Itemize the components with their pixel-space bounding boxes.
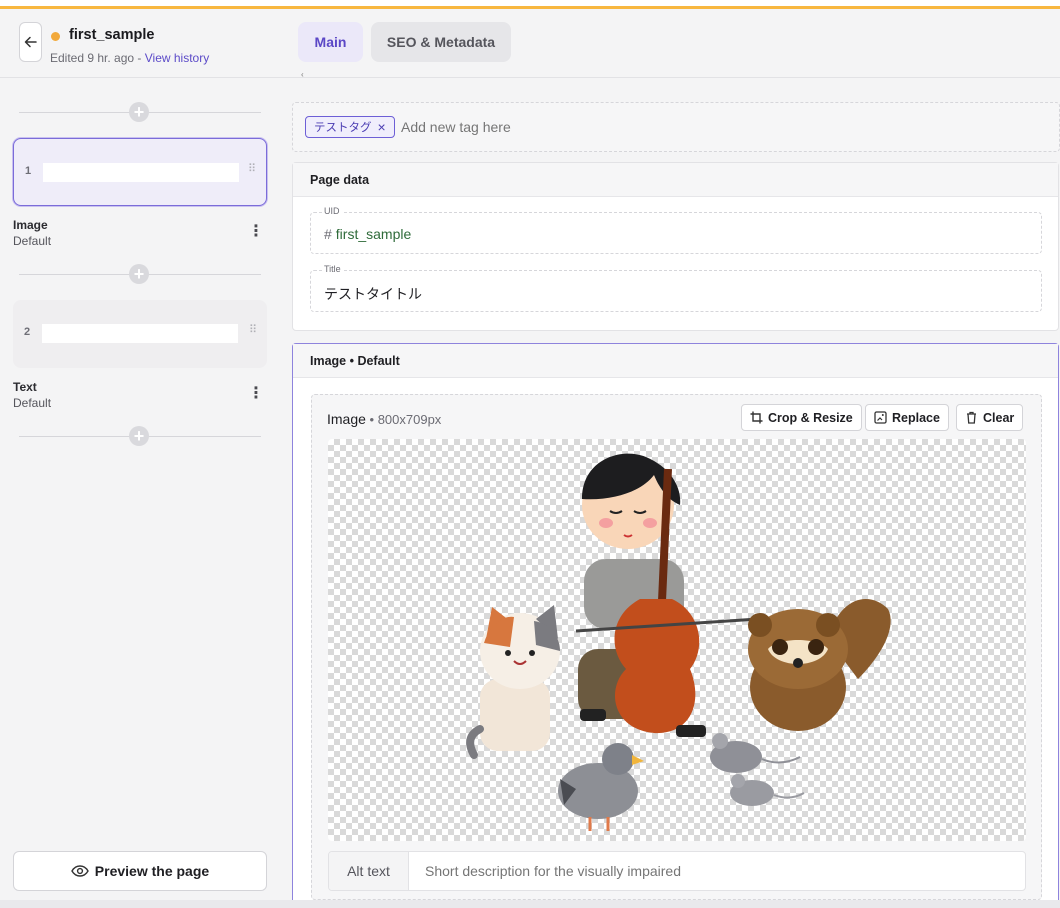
- editor-header: first_sample Edited 9 hr. ago - View his…: [0, 9, 1060, 79]
- image-field: Image • 800x709px Crop & Resize Replace …: [311, 394, 1042, 900]
- add-slice-divider: +: [19, 426, 261, 446]
- title-field[interactable]: Title テストタイトル: [310, 264, 1042, 312]
- hash-icon: #: [324, 226, 332, 242]
- mice-illustration: [710, 733, 805, 806]
- drag-handle-icon[interactable]: ⠿: [248, 164, 256, 175]
- tag-input[interactable]: [401, 119, 701, 135]
- edit-info: Edited 9 hr. ago - View history: [50, 51, 209, 65]
- arrow-left-icon: [24, 36, 37, 48]
- top-accent-bar: [0, 0, 1060, 9]
- slice-menu-icon[interactable]: ⋮: [248, 386, 264, 402]
- illustration-image: [466, 453, 891, 831]
- add-slice-divider: +: [19, 102, 261, 122]
- status-dot: [51, 32, 60, 41]
- tag-chip[interactable]: テストタグ ×: [305, 116, 395, 138]
- alt-text-row: Alt text: [328, 851, 1026, 891]
- slice-card-2[interactable]: 2 ⠿: [13, 300, 267, 368]
- title-label: Title: [322, 264, 343, 274]
- crop-icon: [750, 411, 763, 424]
- image-preview: [328, 439, 1026, 841]
- replace-label: Replace: [892, 410, 940, 425]
- slice-number: 1: [25, 165, 32, 177]
- slice-sidebar: + 1 ⠿ Image Default ⋮ + 2 ⠿ Text Default…: [0, 78, 280, 900]
- uid-value-wrap: # first_sample: [324, 226, 411, 242]
- edited-text: Edited 9 hr. ago -: [50, 51, 145, 65]
- boy-cello-illustration: [575, 453, 759, 737]
- uid-field[interactable]: UID # first_sample: [310, 206, 1042, 254]
- bottom-scroll-strip: [0, 900, 1060, 908]
- clear-button[interactable]: Clear: [956, 404, 1024, 431]
- crop-resize-button[interactable]: Crop & Resize: [741, 404, 862, 431]
- alt-text-input[interactable]: [425, 863, 985, 879]
- image-field-label: Image • 800x709px: [327, 411, 441, 427]
- view-history-link[interactable]: View history: [145, 51, 209, 65]
- image-label-text: Image: [327, 411, 366, 427]
- replace-button[interactable]: Replace: [865, 404, 949, 431]
- preview-page-button[interactable]: Preview the page: [13, 851, 267, 891]
- add-slice-button[interactable]: +: [129, 264, 149, 284]
- slice-menu-icon[interactable]: ⋮: [248, 224, 264, 240]
- tab-scroll-caret: ‹: [301, 70, 304, 79]
- crop-label: Crop & Resize: [768, 410, 853, 425]
- eye-icon: [70, 865, 89, 877]
- add-slice-button[interactable]: +: [129, 426, 149, 446]
- cat-illustration: [466, 605, 560, 759]
- add-slice-divider: +: [19, 264, 261, 284]
- close-icon[interactable]: ×: [378, 120, 386, 134]
- add-slice-button[interactable]: +: [129, 102, 149, 122]
- replace-image-icon: [874, 411, 887, 424]
- page-data-panel: Page data UID # first_sample Title テストタイト…: [292, 162, 1059, 331]
- drag-handle-icon[interactable]: ⠿: [249, 325, 257, 336]
- panel-heading: Page data: [293, 163, 1058, 197]
- tags-bar: テストタグ ×: [292, 102, 1060, 152]
- uid-label: UID: [322, 206, 342, 216]
- title-value: テストタイトル: [324, 286, 422, 302]
- slice-variant: Default: [13, 396, 52, 410]
- panel-heading: Image • Default: [293, 344, 1058, 378]
- slice-name: Image: [13, 218, 48, 232]
- slice-thumbnail: [42, 324, 238, 343]
- slice-variant: Default: [13, 234, 52, 248]
- slice-number: 2: [24, 326, 31, 338]
- uid-value: first_sample: [335, 226, 412, 242]
- preview-label: Preview the page: [94, 863, 210, 879]
- image-dimensions: • 800x709px: [365, 412, 442, 427]
- slice-name: Text: [13, 380, 37, 394]
- document-title: first_sample: [69, 27, 155, 43]
- clear-label: Clear: [983, 410, 1015, 425]
- alt-text-label: Alt text: [329, 852, 409, 890]
- pigeon-illustration: [558, 743, 644, 831]
- trash-icon: [967, 411, 976, 424]
- tab-main[interactable]: Main: [298, 22, 363, 62]
- tanuki-illustration: [748, 599, 891, 731]
- back-button[interactable]: [19, 22, 42, 62]
- image-slice-panel: Image • Default Image • 800x709px Crop &…: [292, 343, 1059, 908]
- tag-label: テストタグ: [314, 122, 372, 134]
- tab-seo-metadata[interactable]: SEO & Metadata: [371, 22, 511, 62]
- slice-thumbnail: [43, 163, 239, 182]
- slice-card-1[interactable]: 1 ⠿: [13, 138, 267, 206]
